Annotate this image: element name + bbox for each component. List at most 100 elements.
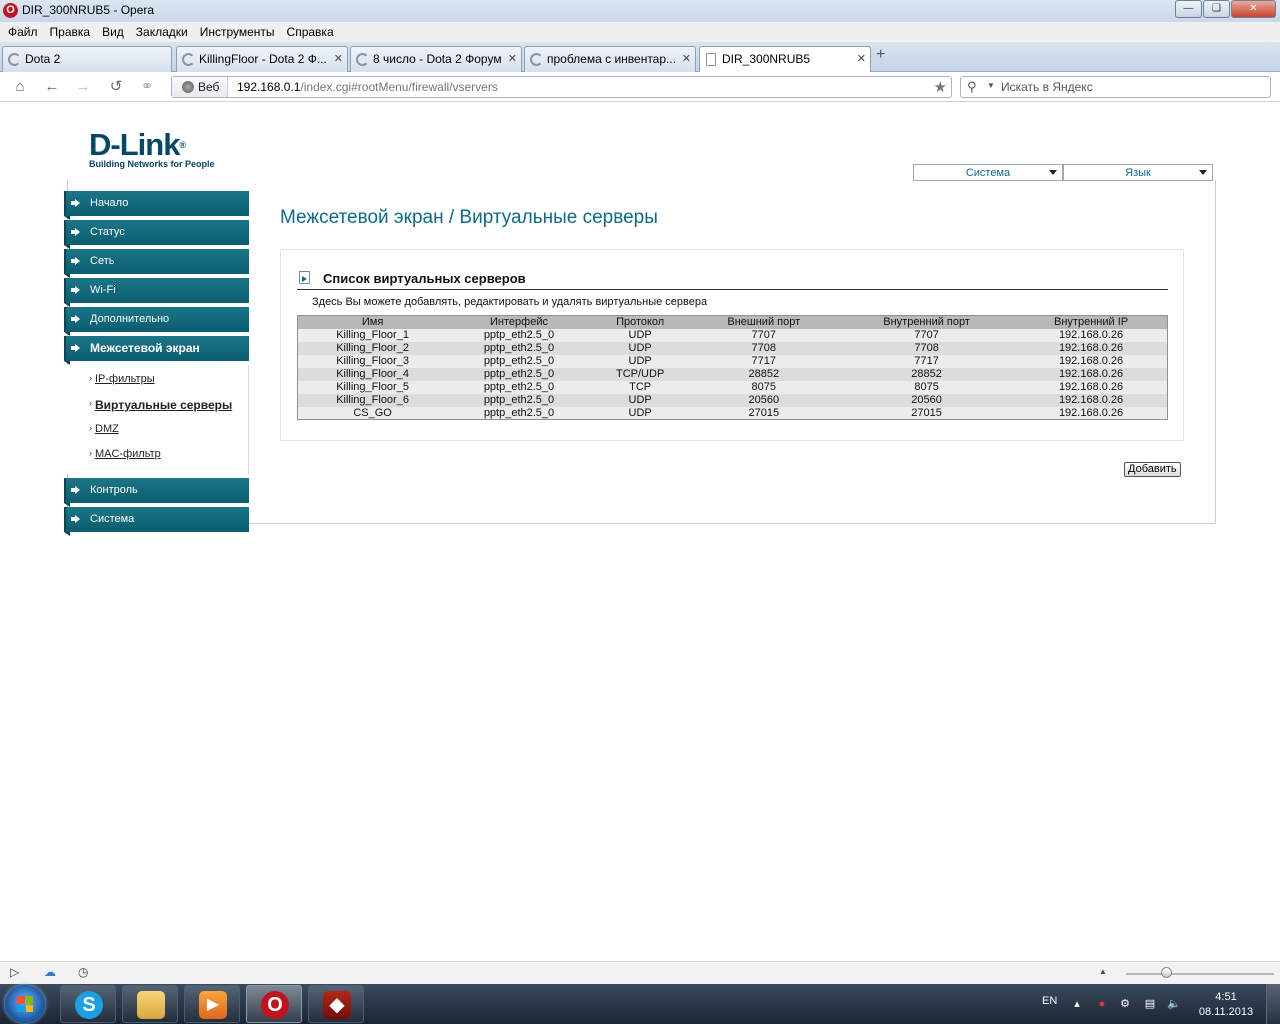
- table-cell: pptp_eth2.5_0: [447, 367, 591, 381]
- table-cell: pptp_eth2.5_0: [447, 380, 591, 394]
- nav-item-advanced[interactable]: Дополнительно: [64, 307, 249, 332]
- show-hidden-icons-icon[interactable]: ▴: [1070, 997, 1084, 1011]
- subnav-virtual-servers[interactable]: › Виртуальные серверы: [64, 394, 248, 419]
- tab-8-chislo[interactable]: 8 число - Dota 2 Форум ✕: [350, 46, 522, 72]
- subnav-dmz[interactable]: › DMZ: [64, 419, 248, 444]
- window-titlebar: O DIR_300NRUB5 - Opera — ❏ ✕: [0, 0, 1280, 22]
- page-icon: [706, 53, 716, 66]
- taskbar-opera[interactable]: O: [246, 985, 302, 1023]
- tab-router[interactable]: DIR_300NRUB5 ✕: [699, 46, 871, 73]
- nav-item-status[interactable]: Статус: [64, 220, 249, 245]
- clock-time: 4:51: [1215, 991, 1237, 1003]
- language-indicator[interactable]: EN: [1042, 995, 1057, 1007]
- nav-item-firewall[interactable]: Межсетевой экран: [64, 336, 249, 361]
- table-cell: pptp_eth2.5_0: [447, 406, 591, 420]
- maximize-button[interactable]: ❏: [1203, 0, 1230, 18]
- url-text[interactable]: 192.168.0.1/index.cgi#rootMenu/firewall/…: [237, 80, 498, 94]
- navigation-bar: ⌂ ← → ↺ ⚭ Веб 192.168.0.1/index.cgi#root…: [0, 72, 1280, 102]
- subnav-label[interactable]: IP-фильтры: [95, 373, 155, 385]
- bullet-icon: ›: [89, 398, 92, 408]
- subnav-mac-filter[interactable]: › MAC-фильтр: [64, 444, 248, 469]
- new-tab-button[interactable]: +: [876, 46, 885, 64]
- table-cell: UDP: [590, 354, 690, 368]
- windows-logo-icon: [17, 996, 33, 1012]
- nav-item-network[interactable]: Сеть: [64, 249, 249, 274]
- status-bar: ▷ ☁ ◷ ▲: [0, 961, 1280, 984]
- table-cell: UDP: [590, 393, 690, 407]
- arrow-right-icon: [71, 228, 80, 236]
- tab-problema[interactable]: проблема с инвентар... ✕: [524, 46, 696, 72]
- zoom-slider[interactable]: [1126, 973, 1274, 975]
- taskbar-skype[interactable]: S: [60, 985, 116, 1023]
- chevron-down-icon[interactable]: ▼: [987, 81, 995, 90]
- menu-edit[interactable]: Правка: [44, 22, 97, 42]
- search-box[interactable]: ⚲ ▼ Искать в Яндекс: [960, 76, 1271, 98]
- table-cell: pptp_eth2.5_0: [447, 341, 591, 355]
- start-button[interactable]: [5, 985, 45, 1023]
- table-row[interactable]: CS_GO pptp_eth2.5_0 UDP 27015 27015 192.168.0…: [297, 406, 1168, 420]
- subnav-label[interactable]: DMZ: [95, 423, 119, 435]
- table-cell: 7707: [838, 328, 1016, 342]
- arrow-right-icon: [71, 315, 80, 323]
- minimize-button[interactable]: —: [1175, 0, 1202, 18]
- subnav-label[interactable]: MAC-фильтр: [95, 448, 161, 460]
- page-title: Межсетевой экран / Виртуальные серверы: [280, 207, 658, 228]
- close-window-button[interactable]: ✕: [1231, 0, 1276, 18]
- menu-tools[interactable]: Инструменты: [194, 22, 281, 42]
- nav-item-system[interactable]: Система: [64, 507, 249, 532]
- table-cell: 7717: [689, 354, 839, 368]
- panel-toggle-icon[interactable]: ▷: [10, 966, 24, 978]
- zoom-slider-handle[interactable]: [1161, 967, 1172, 978]
- clock[interactable]: 4:51 08.11.2013: [1196, 990, 1256, 1020]
- table-header-row: Имя Интерфейс Протокол Внешний порт Внутренн…: [297, 315, 1168, 329]
- web-badge[interactable]: Веб: [172, 77, 228, 97]
- tab-close-icon[interactable]: ✕: [334, 52, 343, 65]
- table-row[interactable]: Killing_Floor_5 pptp_eth2.5_0 TCP 8075 8075 1…: [297, 380, 1168, 394]
- address-bar[interactable]: Веб 192.168.0.1/index.cgi#rootMenu/firew…: [171, 76, 952, 98]
- tab-dota2[interactable]: Dota 2: [2, 46, 172, 72]
- window-title: DIR_300NRUB5 - Opera: [22, 3, 155, 17]
- cloud-icon[interactable]: ☁: [44, 966, 58, 978]
- key-icon[interactable]: ⚭: [137, 78, 157, 96]
- subnav-label[interactable]: Виртуальные серверы: [95, 398, 232, 412]
- tab-killingfloor[interactable]: KillingFloor - Dota 2 Ф... ✕: [176, 46, 348, 72]
- home-icon[interactable]: ⌂: [10, 78, 30, 96]
- language-select[interactable]: Язык: [1063, 164, 1213, 181]
- top-selectors: Система Язык: [913, 164, 1213, 181]
- nav-item-control[interactable]: Контроль: [64, 478, 249, 503]
- system-select[interactable]: Система: [913, 164, 1063, 181]
- nav-item-wifi[interactable]: Wi-Fi: [64, 278, 249, 303]
- nav-item-home[interactable]: Начало: [64, 191, 249, 216]
- table-row[interactable]: Killing_Floor_4 pptp_eth2.5_0 TCP/UDP 28852…: [297, 367, 1168, 381]
- menu-bookmarks[interactable]: Закладки: [130, 22, 194, 42]
- table-cell: 7708: [689, 341, 839, 355]
- taskbar-dota2[interactable]: ◆: [308, 985, 364, 1023]
- menu-view[interactable]: Вид: [96, 22, 130, 42]
- forward-icon[interactable]: →: [73, 78, 93, 96]
- subnav-ip-filters[interactable]: › IP-фильтры: [64, 369, 248, 394]
- table-row[interactable]: Killing_Floor_3 pptp_eth2.5_0 UDP 7717 7717 1…: [297, 354, 1168, 368]
- tab-close-icon[interactable]: ✕: [682, 52, 691, 65]
- bookmark-star-icon[interactable]: ★: [934, 78, 947, 96]
- taskbar-media-player[interactable]: ▶: [184, 985, 240, 1023]
- table-row[interactable]: Killing_Floor_6 pptp_eth2.5_0 UDP 20560 2056…: [297, 393, 1168, 407]
- menu-help[interactable]: Справка: [281, 22, 340, 42]
- steam-icon[interactable]: ⚙: [1118, 997, 1132, 1011]
- tab-close-icon[interactable]: ✕: [857, 52, 866, 65]
- volume-icon[interactable]: 🔈: [1167, 997, 1181, 1011]
- table-row[interactable]: Killing_Floor_2 pptp_eth2.5_0 UDP 7708 7708 1…: [297, 341, 1168, 355]
- show-desktop-button[interactable]: [1266, 984, 1280, 1024]
- antivirus-icon[interactable]: ●: [1095, 997, 1109, 1011]
- arrow-right-icon: [71, 344, 80, 352]
- taskbar-explorer[interactable]: [122, 985, 178, 1023]
- reload-icon[interactable]: ↺: [106, 78, 126, 96]
- bullet-icon: ›: [89, 448, 92, 458]
- speed-dial-icon[interactable]: ◷: [78, 966, 92, 978]
- arrow-up-icon[interactable]: ▲: [1099, 967, 1107, 976]
- back-icon[interactable]: ←: [42, 78, 62, 96]
- add-button[interactable]: Добавить: [1124, 462, 1181, 477]
- network-icon[interactable]: ▤: [1143, 997, 1157, 1011]
- tab-close-icon[interactable]: ✕: [508, 52, 517, 65]
- menu-file[interactable]: Файл: [2, 22, 44, 42]
- table-row[interactable]: Killing_Floor_1 pptp_eth2.5_0 UDP 7707 7707 1…: [297, 328, 1168, 342]
